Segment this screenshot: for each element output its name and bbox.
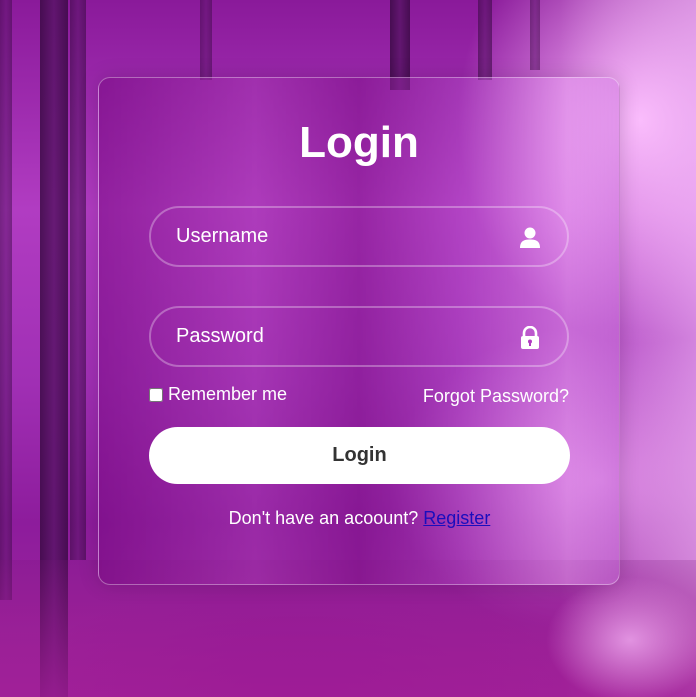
remember-me[interactable]: Remember me — [149, 384, 287, 405]
register-prompt-text: Don't have an acoount? — [228, 508, 419, 528]
tree-trunk — [70, 0, 86, 560]
forgot-password-link[interactable]: Forgot Password? — [423, 386, 569, 407]
username-input[interactable] — [151, 208, 567, 265]
tree-trunk — [530, 0, 540, 70]
remember-me-checkbox[interactable] — [149, 387, 163, 402]
options-row: Remember me Forgot Password? — [149, 384, 569, 410]
password-input[interactable] — [151, 308, 567, 365]
tree-trunk — [0, 0, 12, 600]
register-link[interactable]: Register — [423, 508, 490, 528]
user-icon — [520, 227, 540, 248]
username-field[interactable] — [149, 206, 569, 267]
page-title: Login — [299, 118, 419, 167]
login-button[interactable]: Login — [149, 427, 570, 484]
register-prompt-row: Don't have an acoount? Register — [149, 508, 570, 529]
remember-me-label: Remember me — [168, 384, 288, 404]
lock-icon — [521, 326, 539, 349]
tree-trunk — [200, 0, 212, 80]
tree-trunk — [478, 0, 492, 80]
password-field[interactable] — [149, 306, 569, 367]
